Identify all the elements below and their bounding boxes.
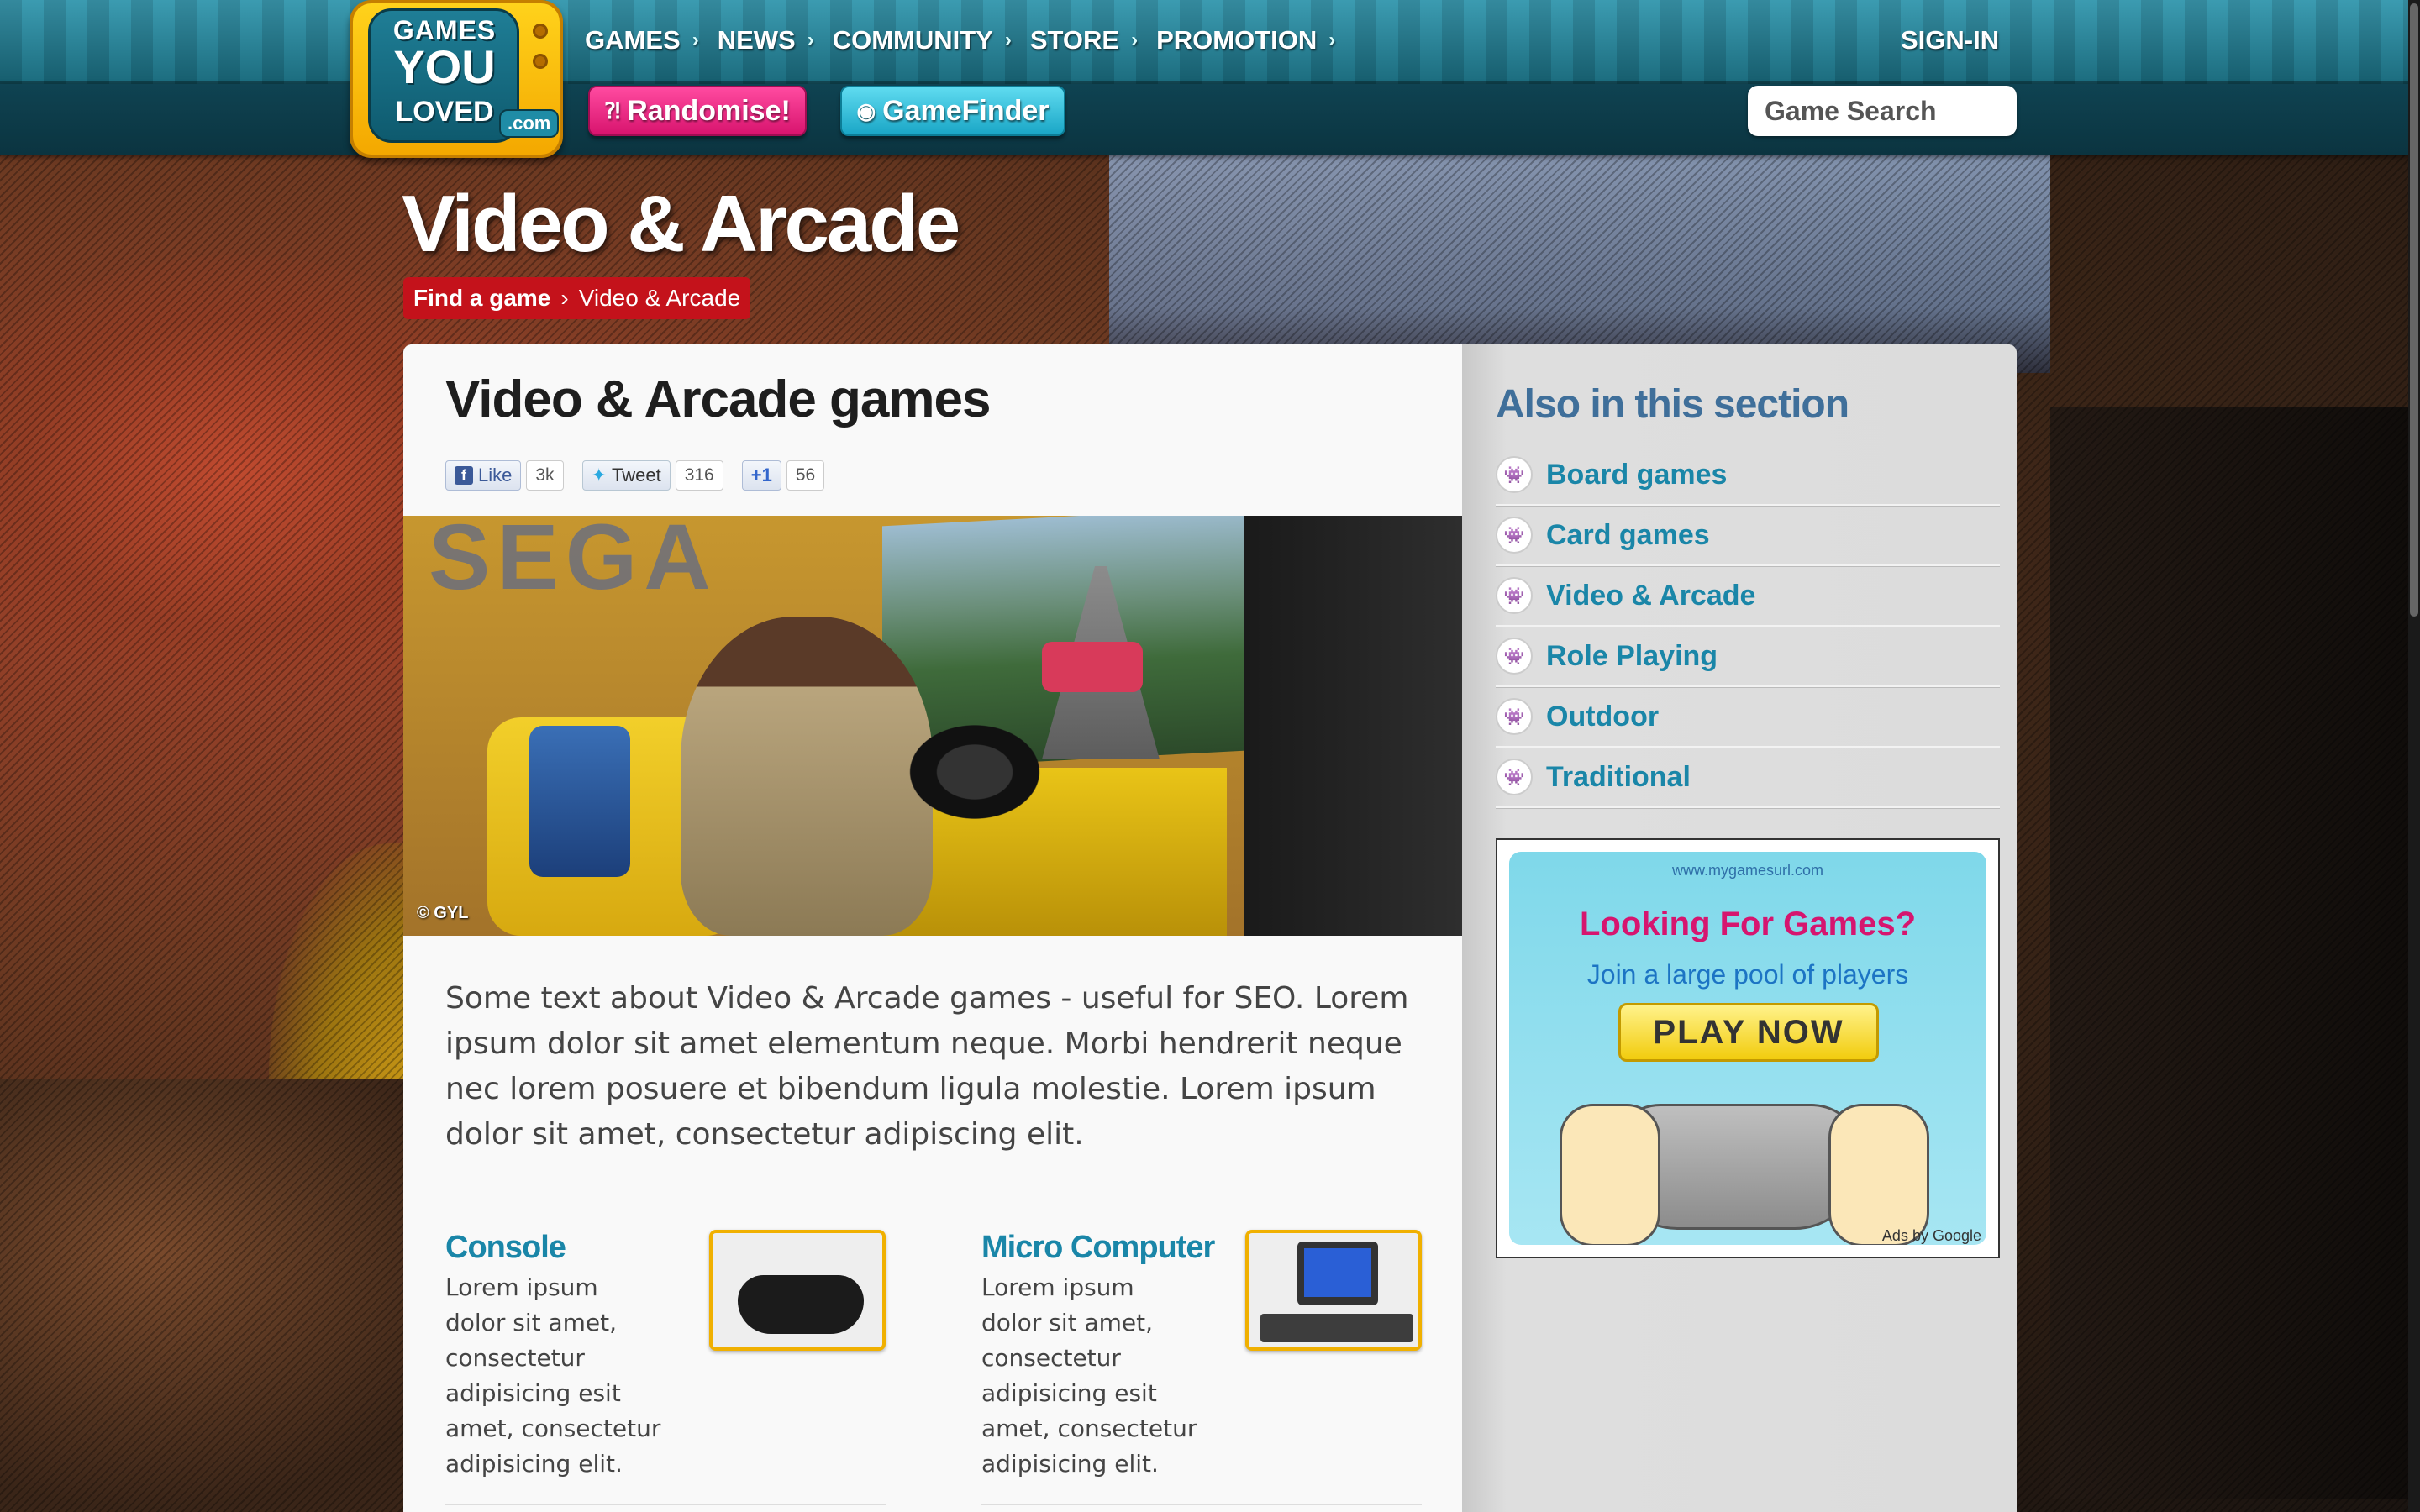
micro-computer-thumbnail[interactable]: [1245, 1230, 1422, 1351]
section-item-video-arcade[interactable]: 👾 Video & Arcade: [1496, 566, 2000, 627]
section-item-label: Card games: [1546, 518, 1710, 551]
plusone-icon: +1: [750, 465, 772, 486]
card-title[interactable]: Console: [445, 1230, 566, 1266]
logo-text-you: YOU: [393, 40, 496, 93]
plusone-count: 56: [786, 460, 825, 491]
nav-label: COMMUNITY: [832, 25, 993, 55]
nav-label: PROMOTION: [1156, 25, 1318, 55]
facebook-like-button[interactable]: f Like: [445, 460, 522, 491]
like-count: 3k: [526, 460, 564, 491]
site-logo[interactable]: GAMES YOU LOVED .com: [350, 0, 563, 165]
social-buttons: f Like 3k ✦ Tweet 316 +1 56: [445, 460, 825, 491]
breadcrumb: Find a game › Video & Arcade: [403, 277, 751, 319]
section-item-label: Traditional: [1546, 760, 1691, 793]
nav-item-community[interactable]: COMMUNITY ›: [833, 25, 1012, 55]
plusone-button[interactable]: +1: [741, 460, 781, 491]
nav-item-games[interactable]: GAMES ›: [585, 25, 699, 55]
gamepad-image: [738, 1275, 864, 1334]
scrollbar-thumb[interactable]: [2410, 3, 2418, 617]
nav-label: NEWS: [717, 25, 796, 55]
image-credit: © GYL: [417, 904, 469, 922]
category-card-console: Console Lorem ipsum dolor sit amet, cons…: [445, 1230, 916, 1512]
nav-item-promotion[interactable]: PROMOTION ›: [1156, 25, 1335, 55]
space-invader-icon: 👾: [1496, 638, 1533, 675]
page-scrollbar[interactable]: [2408, 0, 2420, 1512]
nav-item-news[interactable]: NEWS ›: [718, 25, 814, 55]
card-text: Lorem ipsum dolor sit amet, consectetur …: [445, 1273, 661, 1478]
sidebar: Also in this section 👾 Board games 👾 Car…: [1462, 344, 2017, 1512]
chevron-right-icon: ›: [692, 29, 699, 51]
sign-in-link[interactable]: SIGN-IN: [1901, 25, 1999, 55]
card-title[interactable]: Micro Computer: [981, 1230, 1215, 1266]
logo-suffix: .com: [499, 109, 560, 138]
section-item-outdoor[interactable]: 👾 Outdoor: [1496, 687, 2000, 748]
tweet-label: Tweet: [611, 465, 661, 486]
sidebar-heading: Also in this section: [1496, 382, 1849, 427]
chevron-right-icon: ›: [807, 29, 814, 51]
space-invader-icon: 👾: [1496, 698, 1533, 735]
gamepad-icon: ◉: [856, 97, 876, 123]
section-item-board-games[interactable]: 👾 Board games: [1496, 445, 2000, 506]
breadcrumb-find-a-game[interactable]: Find a game: [413, 285, 550, 312]
ads-by-google: Ads by Google: [1881, 1227, 1981, 1244]
tweet-button[interactable]: ✦ Tweet: [581, 460, 671, 491]
main-column: Video & Arcade games f Like 3k ✦ Tweet 3…: [403, 344, 1462, 1512]
content-panel: Video & Arcade games f Like 3k ✦ Tweet 3…: [403, 344, 2017, 1512]
hand-illustration: [1560, 1104, 1660, 1245]
chevron-right-icon: ›: [560, 285, 569, 311]
nav-item-store[interactable]: STORE ›: [1030, 25, 1138, 55]
section-item-role-playing[interactable]: 👾 Role Playing: [1496, 627, 2000, 687]
nav-label: STORE: [1029, 25, 1120, 55]
section-item-card-games[interactable]: 👾 Card games: [1496, 506, 2000, 566]
facebook-icon: f: [455, 466, 473, 485]
section-list: 👾 Board games 👾 Card games 👾 Video & Arc…: [1496, 445, 2000, 808]
search-input[interactable]: [1748, 86, 2017, 136]
section-item-label: Outdoor: [1546, 700, 1660, 732]
ad-url: www.mygamesurl.com: [1671, 862, 1824, 879]
dice-icon: ⁈: [604, 97, 621, 123]
category-card-micro-computer: Micro Computer Lorem ipsum dolor sit ame…: [981, 1230, 1452, 1512]
ad-headline: Looking For Games?: [1579, 906, 1917, 942]
section-heading: Video & Arcade games: [445, 370, 991, 428]
chevron-right-icon: ›: [1328, 29, 1336, 51]
ad-play-now-button[interactable]: PLAY NOW: [1618, 1003, 1879, 1062]
page-title: Video & Arcade: [402, 179, 960, 269]
like-label: Like: [478, 465, 513, 486]
gamefinder-label: GameFinder: [882, 94, 1050, 127]
hand-illustration: [1828, 1104, 1929, 1245]
hero-sign: SEGA: [429, 516, 718, 609]
nav-label: GAMES: [585, 25, 681, 55]
tweet-count: 316: [675, 460, 723, 491]
chevron-right-icon: ›: [1004, 29, 1012, 51]
gamefinder-button[interactable]: ◉ GameFinder: [840, 86, 1065, 136]
intro-paragraph: Some text about Video & Arcade games - u…: [445, 981, 1409, 1152]
space-invader-icon: 👾: [1496, 456, 1533, 493]
main-nav: GAMES › NEWS › COMMUNITY › STORE › PROMO…: [585, 25, 1335, 55]
twitter-icon: ✦: [591, 465, 607, 486]
logo-text-loved: LOVED: [395, 96, 494, 128]
console-thumbnail[interactable]: [709, 1230, 886, 1351]
breadcrumb-current: Video & Arcade: [578, 285, 741, 311]
game-search: ⚲: [1748, 86, 2017, 136]
section-item-label: Role Playing: [1546, 639, 1718, 672]
space-invader-icon: 👾: [1496, 517, 1533, 554]
section-item-label: Board games: [1546, 458, 1728, 491]
space-invader-icon: 👾: [1496, 759, 1533, 795]
section-item-label: Video & Arcade: [1546, 579, 1756, 612]
ad-subline: Join a large pool of players: [1586, 959, 1909, 990]
divider: [981, 1504, 1422, 1505]
randomise-label: Randomise!: [627, 94, 791, 127]
randomise-button[interactable]: ⁈ Randomise!: [588, 86, 807, 136]
space-invader-icon: 👾: [1496, 577, 1533, 614]
divider: [445, 1504, 886, 1505]
advertisement[interactable]: www.mygamesurl.com Looking For Games? Jo…: [1496, 838, 2000, 1258]
hero-image: SEGA © GYL: [403, 516, 1462, 936]
chevron-right-icon: ›: [1131, 29, 1139, 51]
section-item-traditional[interactable]: 👾 Traditional: [1496, 748, 2000, 808]
card-text: Lorem ipsum dolor sit amet, consectetur …: [981, 1273, 1197, 1478]
